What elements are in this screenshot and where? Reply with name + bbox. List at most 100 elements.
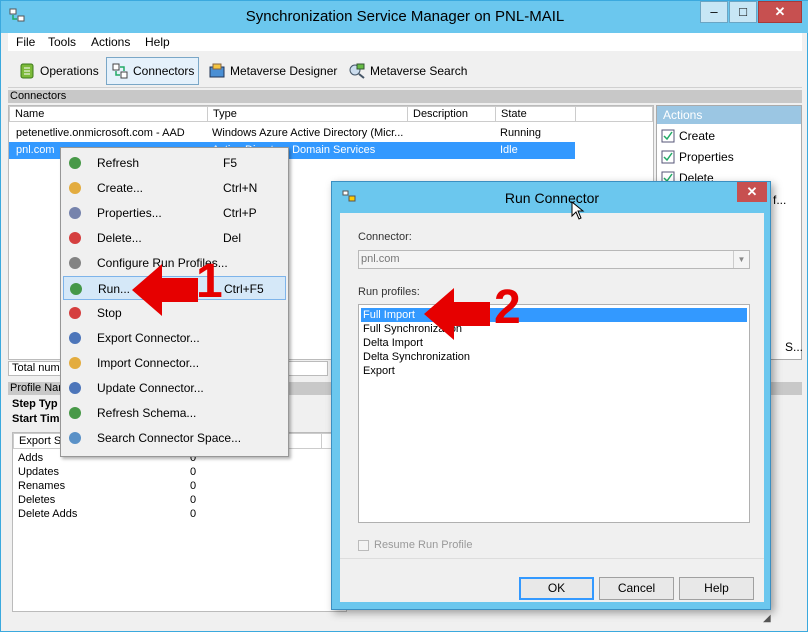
annotation-arrow-2: [424, 288, 490, 340]
context-menu-item-refresh[interactable]: Refresh F5: [63, 151, 286, 175]
action-create-label: Create: [679, 129, 716, 143]
stats-row: Updates 0: [13, 465, 343, 479]
run-profiles-label: Run profiles:: [358, 286, 420, 298]
stats-row: Deletes 0: [13, 493, 343, 507]
dialog-close-button[interactable]: ✕: [737, 182, 767, 202]
list-item[interactable]: Export: [361, 364, 747, 378]
context-menu-item-update[interactable]: Update Connector...: [63, 376, 286, 400]
operations-label: Operations: [40, 64, 99, 78]
operations-icon: [20, 63, 34, 79]
list-item[interactable]: Delta Synchronization: [361, 350, 747, 364]
maximize-button[interactable]: □: [729, 1, 757, 23]
table-row[interactable]: petenetlive.onmicrosoft.com - AAD Window…: [9, 125, 653, 142]
context-menu-label: Refresh: [97, 156, 140, 170]
stats-row: Renames 0: [13, 479, 343, 493]
row-name: petenetlive.onmicrosoft.com - AAD: [16, 127, 185, 139]
action-properties[interactable]: Properties: [661, 150, 734, 164]
connectors-section-header: Connectors: [8, 90, 802, 103]
window-title: Synchronization Service Manager on PNL-M…: [245, 8, 565, 25]
stat-label: Updates: [18, 466, 59, 478]
resume-label: Resume Run Profile: [374, 539, 473, 551]
context-menu-label: Refresh Schema...: [97, 406, 197, 420]
menu-tools[interactable]: Tools: [48, 35, 76, 49]
ok-button[interactable]: OK: [519, 577, 594, 600]
metaverse-designer-label: Metaverse Designer: [230, 64, 338, 78]
col-description[interactable]: Description: [408, 107, 496, 122]
minimize-button[interactable]: ‒: [700, 1, 728, 23]
properties-icon: [661, 150, 675, 164]
list-item[interactable]: Full Synchronization: [361, 322, 747, 336]
metaverse-search-label: Metaverse Search: [370, 64, 468, 78]
context-menu-shortcut: F5: [223, 156, 238, 170]
context-menu-label: Properties...: [97, 206, 162, 220]
context-menu-shortcut: Ctrl+P: [223, 206, 257, 220]
start-time-label: Start Tim: [12, 413, 60, 425]
title-bar[interactable]: Synchronization Service Manager on PNL-M…: [1, 1, 808, 33]
connectors-label: Connectors: [133, 64, 195, 78]
col-type[interactable]: Type: [208, 107, 408, 122]
action-partial-text: f...: [773, 193, 787, 207]
context-menu-label: Export Connector...: [97, 331, 200, 345]
metaverse-search-button[interactable]: Metaverse Search: [344, 57, 471, 85]
update-icon: [69, 382, 81, 394]
refresh-schema-icon: [69, 407, 81, 419]
context-menu-item-search[interactable]: Search Connector Space...: [63, 426, 286, 450]
help-button[interactable]: Help: [679, 577, 754, 600]
row-type: Windows Azure Active Directory (Micr...: [212, 127, 404, 139]
stop-icon: [69, 307, 81, 319]
context-menu-label: Create...: [97, 181, 144, 195]
menu-actions[interactable]: Actions: [91, 35, 130, 49]
connector-value: pnl.com: [361, 253, 400, 265]
delete-icon: [69, 232, 81, 244]
dialog-body: Connector: pnl.com ▼ Run profiles: Full …: [340, 213, 764, 602]
stats-row: Delete Adds 0: [13, 507, 343, 521]
stat-value: 0: [190, 466, 197, 478]
mouse-cursor-icon: [571, 201, 585, 220]
context-menu-shortcut: Ctrl+N: [223, 181, 258, 195]
action-create[interactable]: Create: [661, 129, 715, 143]
run-profiles-list[interactable]: Full Import Full Synchronization Delta Imp…: [358, 304, 750, 523]
context-menu-item-refresh-schema[interactable]: Refresh Schema...: [63, 401, 286, 425]
connector-select[interactable]: pnl.com ▼: [358, 250, 750, 269]
run-icon: [70, 283, 82, 295]
operations-button[interactable]: Operations: [14, 57, 103, 85]
connectors-icon: [112, 63, 128, 79]
list-item[interactable]: Delta Import: [361, 336, 747, 350]
list-item[interactable]: Full Import: [361, 308, 747, 322]
col-name[interactable]: Name: [10, 107, 208, 122]
context-menu-item-delete[interactable]: Delete... Del: [63, 226, 286, 250]
create-icon: [661, 129, 675, 143]
dialog-title: Run Connector: [504, 190, 600, 206]
context-menu-item-properties[interactable]: Properties... Ctrl+P: [63, 201, 286, 225]
chevron-down-icon[interactable]: ▼: [733, 251, 749, 268]
properties-icon: [69, 207, 81, 219]
configure-icon: [69, 257, 81, 269]
metaverse-designer-button[interactable]: Metaverse Designer: [204, 57, 341, 85]
connectors-button[interactable]: Connectors: [106, 57, 200, 85]
run-connector-dialog: Run Connector ✕ Connector: pnl.com ▼ Run…: [331, 181, 771, 610]
import-icon: [69, 357, 81, 369]
context-menu-item-import[interactable]: Import Connector...: [63, 351, 286, 375]
stat-label: Renames: [18, 480, 66, 492]
col-state[interactable]: State: [496, 107, 576, 122]
annotation-number-1: 1: [196, 255, 223, 308]
step-type-label: Step Typ: [12, 398, 58, 410]
actions-header: Actions: [657, 106, 801, 124]
context-menu-item-export[interactable]: Export Connector...: [63, 326, 286, 350]
context-menu-item-create[interactable]: Create... Ctrl+N: [63, 176, 286, 200]
row-state: Running: [500, 127, 541, 139]
checkbox-box[interactable]: [358, 539, 369, 551]
context-menu-label: Search Connector Space...: [97, 431, 242, 445]
menu-file[interactable]: File: [16, 35, 35, 49]
resize-grip-icon[interactable]: ◢: [763, 613, 777, 627]
metaverse-search-icon: [349, 63, 365, 79]
stats-grid: Export St Adds 0 Updates 0 Renames 0 Deletes 0 D…: [12, 432, 347, 612]
stat-label: Delete Adds: [18, 508, 78, 520]
close-button[interactable]: ✕: [758, 1, 802, 23]
menu-help[interactable]: Help: [145, 35, 170, 49]
context-menu-label: Update Connector...: [97, 381, 204, 395]
cancel-button[interactable]: Cancel: [599, 577, 674, 600]
divider: [340, 558, 764, 559]
resume-run-profile-checkbox[interactable]: Resume Run Profile: [358, 539, 472, 551]
annotation-arrow-1: [132, 264, 198, 316]
